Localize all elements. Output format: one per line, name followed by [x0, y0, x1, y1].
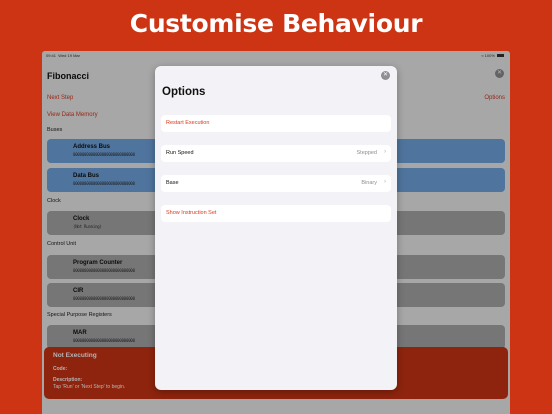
- show-instruction-set-button[interactable]: Show Instruction Set: [161, 205, 391, 222]
- row-label: Show Instruction Set: [166, 210, 217, 216]
- row-label: Base: [166, 180, 179, 186]
- row-label: Restart Execution: [166, 120, 210, 126]
- close-icon[interactable]: ✕: [381, 71, 390, 80]
- headline: Customise Behaviour: [129, 9, 423, 38]
- row-value: Stepped: [356, 150, 378, 156]
- restart-execution-button[interactable]: Restart Execution: [161, 115, 391, 132]
- run-speed-row[interactable]: Run Speed Stepped ›: [161, 145, 391, 162]
- base-row[interactable]: Base Binary ›: [161, 175, 391, 192]
- row-value: Binary: [361, 180, 377, 186]
- chevron-right-icon: ›: [384, 149, 386, 155]
- modal-title: Options: [162, 86, 206, 98]
- options-modal: ✕ Options Restart Execution Run Speed St…: [155, 66, 397, 390]
- row-label: Run Speed: [166, 150, 194, 156]
- chevron-right-icon: ›: [384, 179, 386, 185]
